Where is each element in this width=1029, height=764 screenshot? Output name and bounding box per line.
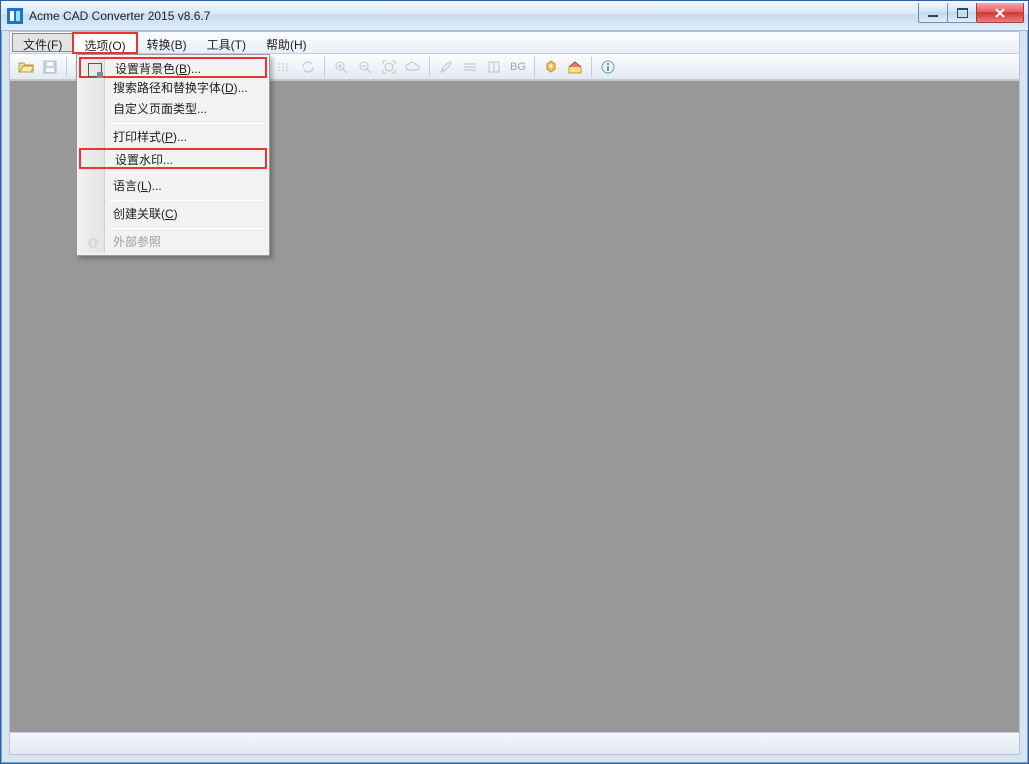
toolbar-separator — [534, 57, 535, 77]
minimize-button[interactable] — [918, 3, 948, 23]
statusbar — [10, 732, 1019, 754]
dropdown-separator — [109, 172, 265, 173]
menu-print-style[interactable]: 打印样式(P)... — [79, 127, 267, 148]
toolbar-book[interactable] — [482, 56, 506, 78]
toolbar-rotate2[interactable] — [296, 56, 320, 78]
menu-search-paths-fonts[interactable]: 搜索路径和替换字体(D)... — [79, 78, 267, 99]
menu-help-label: 帮助(H) — [266, 38, 307, 52]
menu-set-watermark[interactable]: 设置水印... — [79, 148, 267, 169]
bg-color-icon — [87, 62, 103, 78]
dropdown-separator — [109, 123, 265, 124]
toolbar-fill[interactable] — [434, 56, 458, 78]
menu-language-label: 语言(L)... — [113, 179, 162, 193]
close-button[interactable] — [976, 3, 1024, 23]
menu-search-paths-label: 搜索路径和替换字体(D)... — [113, 81, 248, 95]
zoom-out-icon — [357, 59, 373, 75]
menu-watermark-label: 设置水印... — [115, 153, 173, 167]
menu-options[interactable]: 选项(O) — [73, 33, 136, 53]
menu-options-label: 选项(O) — [84, 39, 125, 53]
brush-icon — [438, 59, 454, 75]
toolbar-home[interactable] — [563, 56, 587, 78]
cloud-icon — [405, 59, 421, 75]
refresh-icon — [300, 59, 316, 75]
info-small-icon — [85, 235, 101, 251]
bg-label-icon2: BG — [510, 61, 526, 73]
app-window: Acme CAD Converter 2015 v8.6.7 文件(F) 选项(… — [0, 0, 1029, 764]
app-small-icon — [543, 59, 559, 75]
dropdown-separator — [109, 228, 265, 229]
menu-print-style-label: 打印样式(P)... — [113, 130, 187, 144]
toolbar-separator — [324, 57, 325, 77]
toolbar-zoom-out[interactable] — [353, 56, 377, 78]
titlebar[interactable]: Acme CAD Converter 2015 v8.6.7 — [1, 1, 1028, 31]
book-icon — [486, 59, 502, 75]
menu-custom-page-type[interactable]: 自定义页面类型... — [79, 99, 267, 120]
toolbar-separator — [429, 57, 430, 77]
open-folder-icon — [18, 59, 34, 75]
window-controls — [919, 3, 1024, 23]
save-icon — [42, 59, 58, 75]
close-icon — [994, 7, 1006, 19]
menu-convert-label: 转换(B) — [147, 38, 187, 52]
lines-icon — [462, 59, 478, 75]
toolbar-save[interactable] — [38, 56, 62, 78]
toolbar-linetype[interactable] — [458, 56, 482, 78]
line-style-icon — [276, 59, 292, 75]
home-icon — [567, 59, 583, 75]
menu-xref: 外部参照 — [79, 232, 267, 253]
toolbar-open[interactable] — [14, 56, 38, 78]
info-icon — [600, 59, 616, 75]
menu-convert[interactable]: 转换(B) — [137, 33, 197, 53]
menu-file-label: 文件(F) — [23, 38, 62, 52]
options-dropdown: 设置背景色(B)... 搜索路径和替换字体(D)... 自定义页面类型... 打… — [76, 54, 270, 256]
toolbar-bg2[interactable]: BG — [506, 56, 530, 78]
toolbar-app[interactable] — [539, 56, 563, 78]
toolbar-zoom-cloud[interactable] — [401, 56, 425, 78]
menu-create-assoc[interactable]: 创建关联(C) — [79, 204, 267, 225]
zoom-fit-icon — [381, 59, 397, 75]
menu-language[interactable]: 语言(L)... — [79, 176, 267, 197]
window-title: Acme CAD Converter 2015 v8.6.7 — [29, 9, 210, 23]
menu-help[interactable]: 帮助(H) — [256, 33, 317, 53]
menu-tools-label: 工具(T) — [207, 38, 246, 52]
menu-set-bg-label: 设置背景色(B)... — [115, 62, 201, 76]
maximize-button[interactable] — [947, 3, 977, 23]
dropdown-separator — [109, 200, 265, 201]
zoom-in-icon — [333, 59, 349, 75]
menu-file[interactable]: 文件(F) — [12, 33, 73, 52]
toolbar-separator — [591, 57, 592, 77]
app-icon — [7, 8, 23, 24]
menubar: 文件(F) 选项(O) 转换(B) 工具(T) 帮助(H) — [10, 32, 1019, 54]
menu-tools[interactable]: 工具(T) — [197, 33, 256, 53]
toolbar-line-style[interactable] — [272, 56, 296, 78]
menu-xref-label: 外部参照 — [113, 235, 161, 249]
menu-custom-page-label: 自定义页面类型... — [113, 102, 207, 116]
toolbar-zoom-in[interactable] — [329, 56, 353, 78]
menu-set-bg-color[interactable]: 设置背景色(B)... — [79, 57, 267, 78]
toolbar-separator — [66, 57, 67, 77]
toolbar-zoom-fit[interactable] — [377, 56, 401, 78]
toolbar-info[interactable] — [596, 56, 620, 78]
menu-assoc-label: 创建关联(C) — [113, 207, 178, 221]
